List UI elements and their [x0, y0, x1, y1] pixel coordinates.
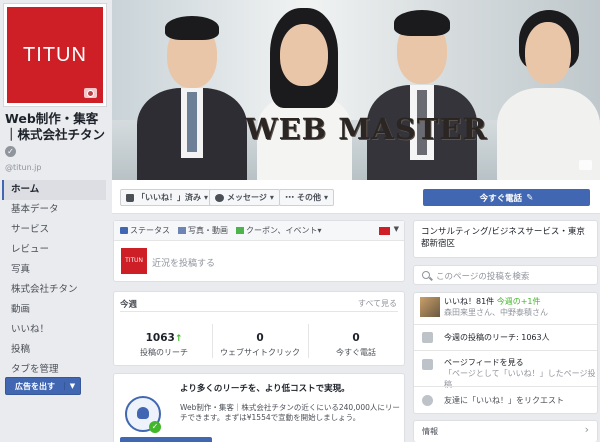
see-all-link[interactable]: すべて見る — [358, 298, 397, 309]
promote-button[interactable] — [120, 437, 212, 442]
cover-person-4 — [497, 0, 600, 180]
likes-row[interactable]: いいね！81件 今週の+1件 森田来里さん、中野泰積さん — [414, 293, 597, 322]
composer-tab-offer-event[interactable]: クーポン、イベント▾ — [236, 225, 322, 236]
create-ad-button[interactable]: 広告を出す ▼ — [5, 377, 81, 395]
verified-badge-icon: ✓ — [5, 146, 16, 157]
page-post-search[interactable]: このページの投稿を検索 — [413, 265, 598, 285]
pencil-icon: ✎ — [526, 192, 534, 203]
more-button[interactable]: ⋯ その他 ▾ — [279, 189, 335, 206]
invite-friends-link: 友達に「いいね！」をリクエスト — [444, 396, 564, 405]
promo-body: Web制作・集客｜株式会社チタンの近くにいる240,000人にリーチできます。ま… — [180, 403, 400, 422]
page-category[interactable]: コンサルティング/ビジネスサービス・東京都新宿区 — [421, 226, 593, 250]
stat-value: 1063 — [145, 332, 175, 344]
post-composer: ステータス 写真・動画 クーポン、イベント▾ ▼ TITUN 近況を投稿する — [113, 220, 405, 282]
chevron-down-icon: ▾ — [317, 226, 322, 235]
page-feed-row[interactable]: ページフィードを見る 「ページとして「いいね！」したページ投稿 — [414, 350, 597, 389]
reach-row[interactable]: 今週の投稿のリーチ: 1063人 — [414, 324, 597, 348]
likes-count: いいね！81件 — [444, 297, 495, 306]
left-column: TITUN Web制作・集客｜株式会社チタン ✓ @titun.jp ホーム 基本… — [0, 0, 112, 442]
nav-item[interactable]: 動画 — [2, 300, 106, 320]
photo-icon — [178, 227, 186, 234]
profile-picture[interactable]: TITUN — [4, 4, 106, 106]
info-section[interactable]: 情報 › — [413, 420, 598, 442]
chevron-down-icon: ▾ — [204, 193, 209, 202]
camera-icon[interactable] — [84, 88, 97, 98]
cover-person-2 — [252, 0, 357, 180]
offer-icon — [236, 227, 244, 234]
likes-friends: 森田来里さん、中野泰積さん — [444, 308, 548, 317]
stat-post-reach[interactable]: 1063↑ 投稿のリーチ — [116, 332, 212, 358]
composer-tab-photo[interactable]: 写真・動画 — [178, 225, 228, 236]
cover-person-1 — [137, 0, 247, 180]
cover-camera-icon[interactable] — [579, 160, 592, 170]
stat-value: 0 — [352, 332, 360, 344]
stat-label: ウェブサイトクリック — [220, 348, 300, 357]
nav-item[interactable]: 写真 — [2, 260, 106, 280]
posting-as-dropdown-icon[interactable]: ▼ — [394, 225, 399, 233]
trend-up-icon: ↑ — [174, 334, 183, 344]
chevron-down-icon: ▾ — [269, 193, 274, 202]
this-week-title: 今週 — [120, 300, 138, 310]
likes-this-week: 今週の+1件 — [496, 297, 541, 306]
logo-text: TITUN — [23, 43, 87, 66]
create-ad-label: 広告を出す — [15, 381, 55, 391]
stat-website-clicks[interactable]: 0 ウェブサイトクリック — [212, 332, 308, 358]
composer-tab-status[interactable]: ステータス — [120, 225, 170, 236]
nav-item[interactable]: 基本データ — [2, 200, 106, 220]
call-now-button[interactable]: 今すぐ電話 ✎ — [423, 189, 590, 206]
search-icon — [422, 271, 430, 279]
page-handle[interactable]: @titun.jp — [5, 163, 41, 172]
stat-value: 0 — [256, 332, 264, 344]
page-nav: ホーム 基本データ サービス レビュー 写真 株式会社チタン 動画 いいね！ 投稿 タブを管理 — [2, 180, 106, 380]
nav-item[interactable]: いいね！ — [2, 320, 106, 340]
thumbs-up-icon — [126, 193, 134, 202]
invite-friends-row[interactable]: 友達に「いいね！」をリクエスト — [414, 386, 597, 413]
page-title[interactable]: Web制作・集客｜株式会社チタン ✓ — [5, 111, 109, 159]
search-input[interactable]: このページの投稿を検索 — [436, 270, 529, 282]
message-button[interactable]: メッセージ ▾ — [209, 189, 280, 206]
nav-item[interactable]: ホーム — [2, 180, 106, 200]
promote-page-card: ✓ より多くのリーチを、より低コストで実現。 Web制作・集客｜株式会社チタンの… — [113, 373, 405, 442]
cover-banner-text: WEB MASTER — [245, 112, 488, 146]
cover-photo[interactable]: WEB MASTER — [112, 0, 600, 180]
nav-item[interactable]: サービス — [2, 220, 106, 240]
nav-item[interactable]: レビュー — [2, 240, 106, 260]
liker-photo — [420, 297, 440, 317]
chevron-right-icon: › — [584, 423, 589, 436]
promo-title: より多くのリーチを、より低コストで実現。 — [180, 384, 350, 394]
nav-item[interactable]: 投稿 — [2, 340, 106, 360]
page-action-bar: 「いいね！」済み ▾ メッセージ ▾ ⋯ その他 ▾ 今すぐ電話 ✎ — [112, 180, 600, 214]
info-section-title: 情報 — [422, 427, 438, 436]
posting-as-avatar[interactable] — [379, 227, 390, 235]
chart-icon — [422, 332, 433, 343]
message-label: メッセージ — [227, 193, 267, 202]
chevron-down-icon: ▾ — [324, 193, 329, 202]
call-now-label: 今すぐ電話 — [479, 193, 523, 204]
pencil-icon — [120, 227, 128, 234]
page-stats-card: いいね！81件 今週の+1件 森田来里さん、中野泰積さん 今週の投稿のリーチ: … — [413, 292, 598, 414]
page-avatar: TITUN — [121, 248, 147, 274]
liked-button[interactable]: 「いいね！」済み ▾ — [120, 189, 215, 206]
stat-label: 今すぐ電話 — [336, 348, 376, 357]
message-icon — [215, 193, 224, 202]
cover-person-3 — [367, 0, 477, 180]
check-icon: ✓ — [149, 421, 161, 433]
stat-call-now[interactable]: 0 今すぐ電話 — [308, 332, 404, 358]
add-friend-icon — [422, 395, 433, 406]
page-category-card: コンサルティング/ビジネスサービス・東京都新宿区 — [413, 220, 598, 258]
feed-icon — [422, 359, 433, 370]
liked-label: 「いいね！」済み — [137, 193, 201, 202]
more-icon: ⋯ — [285, 192, 294, 203]
weekly-reach: 今週の投稿のリーチ: 1063人 — [444, 333, 550, 342]
titun-logo: TITUN — [7, 7, 103, 103]
more-label: その他 — [297, 193, 321, 202]
page-feed-title: ページフィードを見る — [444, 358, 524, 367]
stat-label: 投稿のリーチ — [140, 348, 188, 357]
post-input[interactable]: 近況を投稿する — [152, 256, 215, 269]
this-week-insights: 今週 すべて見る 1063↑ 投稿のリーチ 0 ウェブサイトクリック 0 今すぐ… — [113, 291, 405, 366]
composer-tabs: ステータス 写真・動画 クーポン、イベント▾ — [114, 221, 404, 241]
create-ad-dropdown-icon[interactable]: ▼ — [64, 382, 80, 390]
nav-item[interactable]: 株式会社チタン — [2, 280, 106, 300]
page-title-text: Web制作・集客｜株式会社チタン — [5, 111, 106, 142]
